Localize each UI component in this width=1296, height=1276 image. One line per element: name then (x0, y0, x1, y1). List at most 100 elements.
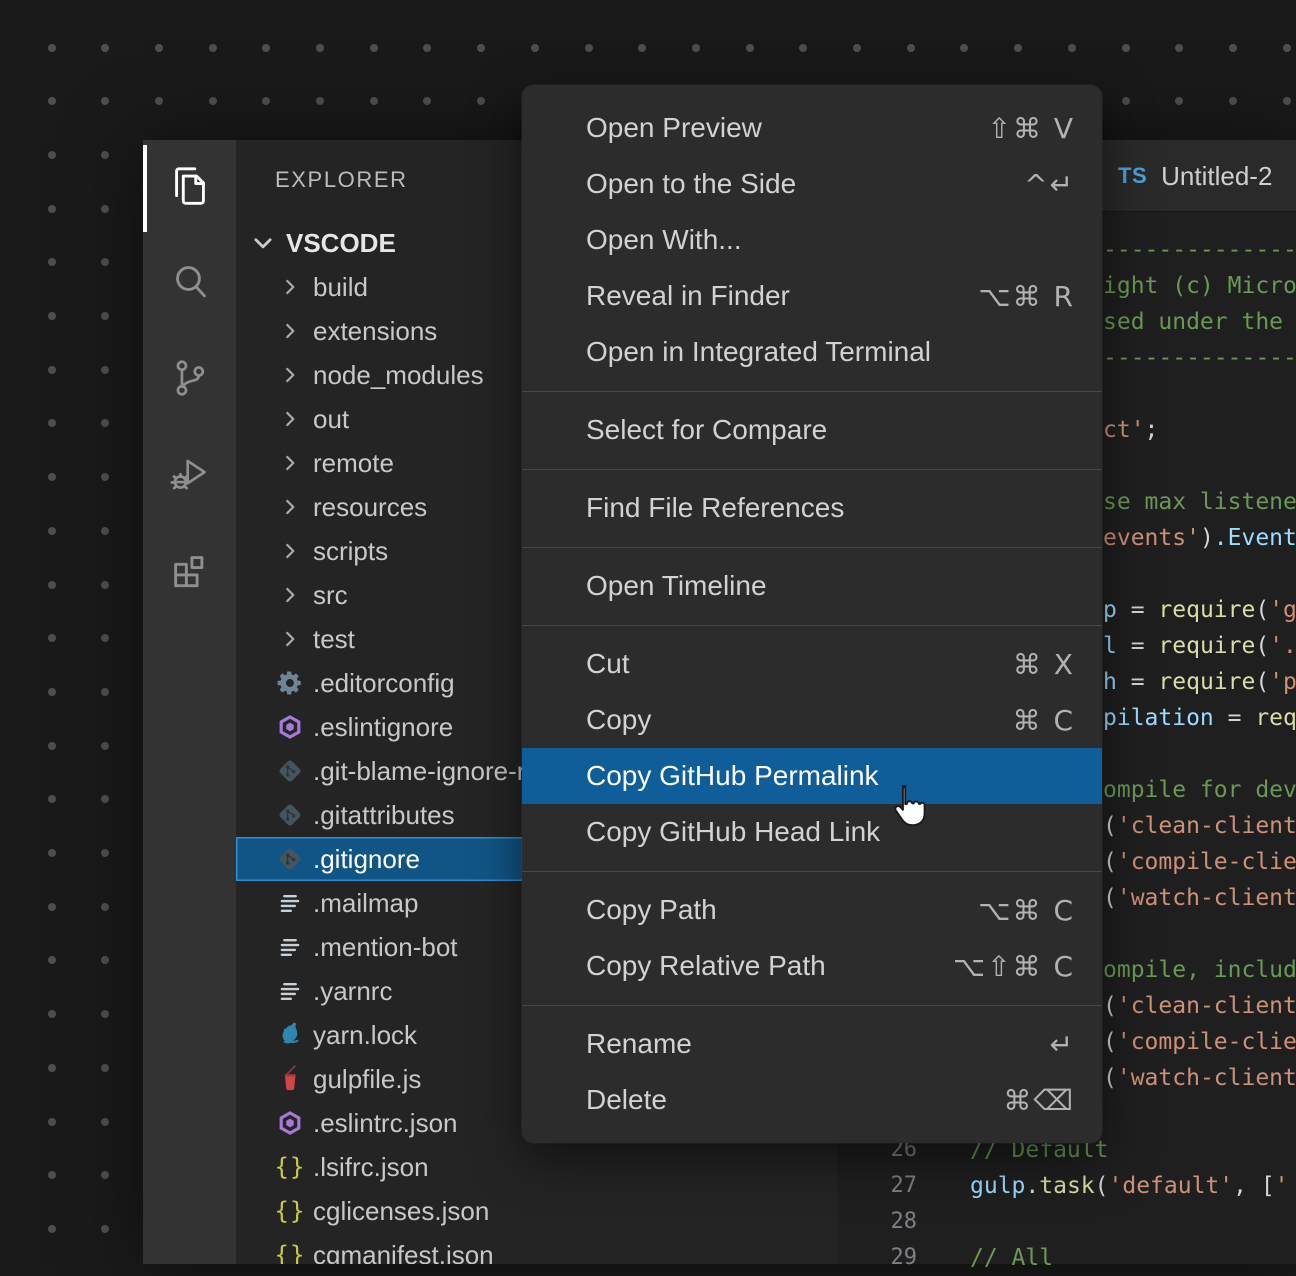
bg-dot (101, 1171, 109, 1179)
bg-dot (531, 44, 539, 52)
bg-dot (101, 795, 109, 803)
menu-item-cut[interactable]: Cut ⌘ X (522, 636, 1102, 692)
chevron-right-icon (276, 579, 304, 611)
menu-item-rename[interactable]: Rename↵ (522, 1016, 1102, 1072)
menu-item-label: Open Preview (586, 112, 762, 144)
menu-item-open-preview[interactable]: Open Preview ⇧⌘ V (522, 100, 1102, 156)
menu-item-label: Select for Compare (586, 414, 827, 446)
bg-dot (48, 742, 56, 750)
file-label: .mention-bot (313, 932, 458, 963)
bg-dot (101, 366, 109, 374)
bg-dot (48, 849, 56, 857)
chevron-right-icon (276, 315, 304, 347)
bg-dot (101, 97, 109, 105)
menu-item-open-timeline[interactable]: Open Timeline (522, 558, 1102, 614)
tree-file-cgmanifest.json[interactable]: {}cgmanifest.json (236, 1233, 837, 1264)
explorer-title: EXPLORER (275, 167, 408, 195)
activity-bar (143, 140, 236, 1264)
bg-dot (48, 581, 56, 589)
activity-item-explorer[interactable] (143, 140, 236, 236)
bg-dot (1122, 97, 1130, 105)
bg-dot (907, 44, 915, 52)
bg-dot (48, 956, 56, 964)
bg-dot (48, 97, 56, 105)
bg-dot (316, 97, 324, 105)
menu-item-copy[interactable]: Copy⌘ C (522, 692, 1102, 748)
file-label: .lsifrc.json (313, 1152, 429, 1183)
folder-label: test (313, 624, 355, 655)
file-label: .gitattributes (313, 800, 455, 831)
bg-dot (101, 634, 109, 642)
menu-item-open-with-[interactable]: Open With... (522, 212, 1102, 268)
menu-item-delete[interactable]: Delete⌘⌫ (522, 1072, 1102, 1128)
active-indicator (143, 145, 147, 232)
bg-dot (1122, 44, 1130, 52)
menu-item-shortcut: ⌘ X (1013, 648, 1075, 681)
activity-item-extensions[interactable] (143, 524, 236, 620)
bg-dot (262, 44, 270, 52)
bg-dot (692, 44, 700, 52)
bg-dot (1229, 97, 1237, 105)
menu-item-shortcut: ⌥⌘ C (978, 894, 1075, 927)
eslint-file-icon (276, 711, 304, 743)
menu-item-copy-github-permalink[interactable]: Copy GitHub Permalink (522, 748, 1102, 804)
folder-label: resources (313, 492, 427, 523)
tab-untitled-2[interactable]: TS Untitled-2 (1118, 140, 1272, 212)
bg-dot (48, 151, 56, 159)
menu-item-shortcut: ⇧⌘ V (987, 112, 1075, 145)
menu-item-label: Open Timeline (586, 570, 767, 602)
folder-label: remote (313, 448, 394, 479)
bg-dot (101, 44, 109, 52)
menu-item-label: Rename (586, 1028, 692, 1060)
tree-file-cglicenses.json[interactable]: {}cglicenses.json (236, 1189, 837, 1233)
menu-item-shortcut: ^↵ (1024, 168, 1075, 201)
file-label: .eslintrc.json (313, 1108, 458, 1139)
tree-file-.lsifrc.json[interactable]: {}.lsifrc.json (236, 1145, 837, 1189)
menu-separator (522, 469, 1102, 470)
search-icon (167, 259, 213, 310)
bg-dot (101, 258, 109, 266)
menu-item-reveal-in-finder[interactable]: Reveal in Finder ⌥⌘ R (522, 268, 1102, 324)
menu-item-label: Open in Integrated Terminal (586, 336, 931, 368)
activity-item-search[interactable] (143, 236, 236, 332)
menu-item-open-to-the-side[interactable]: Open to the Side^↵ (522, 156, 1102, 212)
bg-dot (370, 44, 378, 52)
git-file-icon (276, 843, 304, 875)
bg-dot (48, 527, 56, 535)
menu-item-shortcut: ⌥⌘ R (978, 280, 1075, 313)
folder-label: out (313, 404, 349, 435)
menu-item-copy-path[interactable]: Copy Path⌥⌘ C (522, 882, 1102, 938)
menu-item-copy-relative-path[interactable]: Copy Relative Path⌥⇧⌘ C (522, 938, 1102, 994)
menu-separator (522, 625, 1102, 626)
menu-separator (522, 871, 1102, 872)
screenshot-root: { "background": {"dot_color": "#4f4f4f"}… (0, 0, 1296, 1264)
activity-item-run-debug[interactable] (143, 428, 236, 524)
bg-dot (1283, 44, 1291, 52)
activity-item-source-control[interactable] (143, 332, 236, 428)
menu-item-open-in-integrated-terminal[interactable]: Open in Integrated Terminal (522, 324, 1102, 380)
git-file-icon (276, 755, 304, 787)
chevron-right-icon (276, 447, 304, 479)
menu-item-copy-github-head-link[interactable]: Copy GitHub Head Link (522, 804, 1102, 860)
menu-item-label: Reveal in Finder (586, 280, 790, 312)
json-file-icon: {} (276, 1239, 304, 1264)
bg-dot (101, 581, 109, 589)
bg-dot (101, 688, 109, 696)
menu-item-find-file-references[interactable]: Find File References (522, 480, 1102, 536)
menu-item-shortcut: ⌘⌫ (1003, 1084, 1075, 1117)
bg-dot (960, 44, 968, 52)
menu-item-select-for-compare[interactable]: Select for Compare (522, 402, 1102, 458)
source-control-icon (167, 355, 213, 406)
gear-file-icon (276, 667, 304, 699)
bg-dot (48, 473, 56, 481)
bg-dot (101, 473, 109, 481)
bg-dot (746, 44, 754, 52)
file-label: .mailmap (313, 888, 418, 919)
bg-dot (48, 366, 56, 374)
file-label: cglicenses.json (313, 1196, 489, 1227)
menu-item-label: Find File References (586, 492, 844, 524)
bg-dot (101, 419, 109, 427)
yarn-file-icon (276, 1019, 304, 1051)
bg-dot (48, 419, 56, 427)
menu-item-label: Cut (586, 648, 630, 680)
